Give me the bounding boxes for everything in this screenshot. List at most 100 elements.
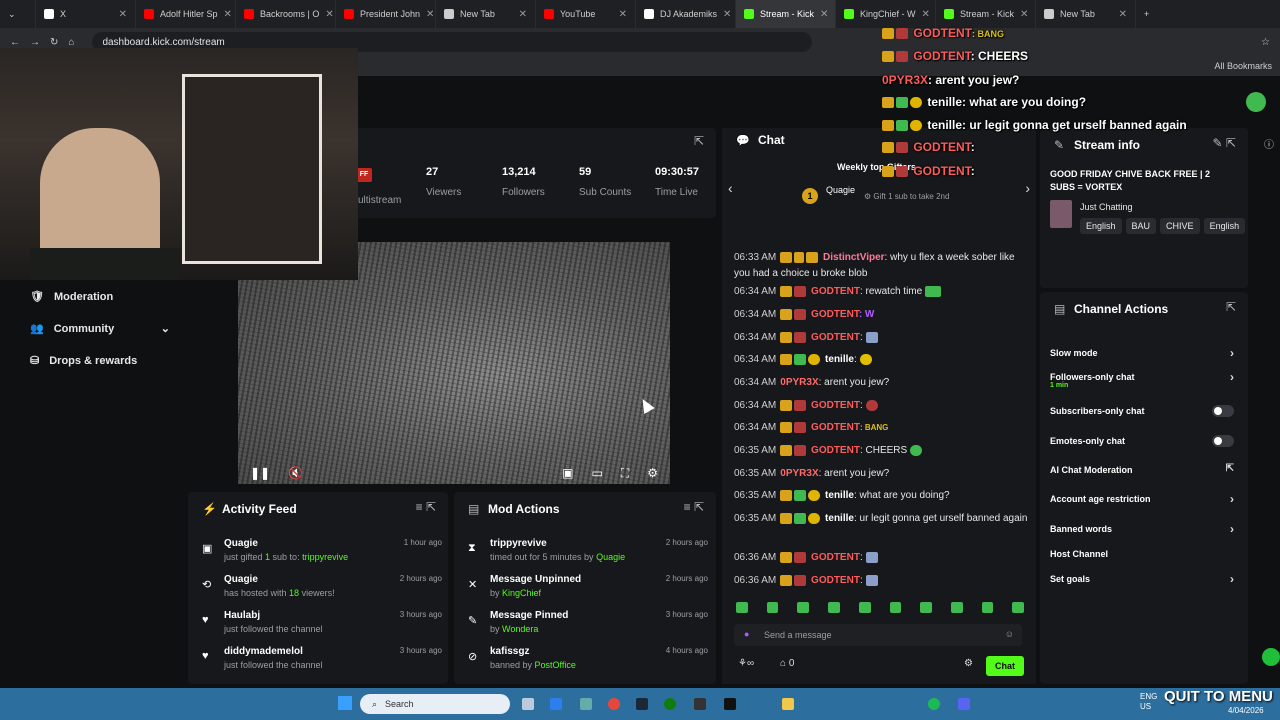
settings-icon[interactable]: ⚙ — [647, 466, 658, 480]
expand-icon[interactable]: ⇱ — [694, 134, 704, 148]
chevron-right-icon[interactable]: › — [1025, 180, 1030, 196]
emoji-icon[interactable]: ☺ — [1005, 629, 1014, 639]
browser-tab[interactable]: X ✕ — [36, 0, 136, 28]
emote-icon[interactable] — [736, 602, 748, 613]
slow-mode-row[interactable]: Slow mode › — [1050, 346, 1240, 360]
sidebar-item-moderation[interactable]: 🛡 Moderation — [30, 290, 113, 304]
browser-tab[interactable]: New Tab ✕ — [1036, 0, 1136, 28]
bookmark-star-icon[interactable]: ☆ — [1261, 37, 1270, 48]
followers-only-row[interactable]: Followers-only chat 1 min › — [1050, 370, 1240, 389]
pause-icon[interactable]: ❚❚ — [250, 466, 270, 480]
back-icon[interactable]: ← — [10, 37, 20, 48]
points-icon[interactable]: ⚘∞ — [738, 658, 754, 669]
x-icon — [44, 9, 54, 19]
close-icon[interactable]: ✕ — [325, 9, 333, 20]
mic-icon[interactable]: ● — [744, 629, 749, 639]
spotify-icon[interactable] — [928, 698, 940, 710]
mute-icon[interactable]: 🔇 — [288, 466, 303, 480]
emote-icon[interactable] — [766, 602, 779, 613]
close-icon[interactable]: ✕ — [426, 9, 434, 20]
language-indicator[interactable]: ENG US — [1140, 692, 1157, 712]
start-icon[interactable] — [338, 696, 352, 710]
forward-icon[interactable]: → — [30, 37, 40, 48]
avatar[interactable] — [1246, 92, 1266, 112]
filter-expand-icons[interactable]: ≡ ⇱ — [684, 500, 704, 514]
unpin-icon: ✕ — [468, 579, 478, 591]
stream-info-panel: ✎ Stream info ✎ ⇱ GOOD FRIDAY CHIVE BACK… — [1040, 128, 1248, 288]
emote-icon[interactable] — [797, 602, 810, 613]
chat-message-input[interactable]: Send a message ● ☺ — [734, 624, 1022, 646]
kick-icon — [744, 9, 754, 19]
chat-send-button[interactable]: Chat — [986, 656, 1024, 676]
browser-tab[interactable]: President John ✕ — [336, 0, 436, 28]
edge-icon[interactable] — [550, 698, 562, 710]
pip-icon[interactable]: ▣ — [562, 466, 573, 480]
epic-icon[interactable] — [724, 698, 736, 710]
chevron-left-icon[interactable]: ‹ — [728, 180, 733, 196]
browser-tab[interactable]: Backrooms | O ✕ — [236, 0, 336, 28]
chat-settings-icon[interactable]: ⚙ — [964, 658, 973, 669]
close-icon[interactable]: ✕ — [922, 9, 930, 20]
banned-words-row[interactable]: Banned words › — [1050, 522, 1240, 536]
filter-expand-icons[interactable]: ≡ ⇱ — [416, 500, 436, 514]
steam-icon[interactable] — [636, 698, 648, 710]
info-icon[interactable]: ⓘ — [1264, 136, 1274, 151]
all-bookmarks-link[interactable]: All Bookmarks — [1214, 61, 1272, 71]
heart-icon: ♥ — [202, 614, 209, 626]
browser-tab[interactable]: YouTube ✕ — [536, 0, 636, 28]
channel-actions-panel: ▤ Channel Actions ⇱ Slow mode › Followers… — [1040, 292, 1248, 684]
reload-icon[interactable]: ↻ — [50, 37, 58, 48]
host-channel-row[interactable]: Host Channel — [1050, 549, 1240, 559]
close-icon[interactable]: ✕ — [820, 9, 828, 20]
expand-icon[interactable]: ⇱ — [1226, 300, 1236, 314]
set-goals-row[interactable]: Set goals › — [1050, 572, 1240, 586]
taskbar-search[interactable]: ⌕ Search — [360, 694, 510, 714]
app-icon[interactable] — [580, 698, 592, 710]
edit-expand-icons[interactable]: ✎ ⇱ — [1213, 136, 1236, 150]
close-icon[interactable]: ✕ — [1119, 9, 1127, 20]
close-icon[interactable]: ✕ — [1020, 9, 1028, 20]
fullscreen-icon[interactable]: ⛶ — [621, 466, 629, 481]
home-icon[interactable]: ⌂ — [68, 37, 74, 48]
gifter-name[interactable]: Quagie — [826, 185, 855, 195]
close-icon[interactable]: ✕ — [519, 9, 527, 20]
explorer-icon[interactable] — [782, 698, 794, 710]
emote-icon[interactable] — [889, 602, 902, 613]
gift-hint: ⚙ Gift 1 sub to take 2nd — [864, 192, 950, 201]
browser-tab[interactable]: New Tab ✕ — [436, 0, 536, 28]
close-icon[interactable]: ✕ — [619, 9, 627, 20]
theater-icon[interactable]: ▭ — [591, 466, 602, 480]
emote-icon[interactable] — [1012, 602, 1025, 613]
new-tab-button[interactable]: + — [1136, 0, 1166, 28]
emote-icon[interactable] — [950, 602, 963, 613]
mod-actions-panel: ▤ Mod Actions ≡ ⇱ ⧗ trippyrevive timed o… — [454, 492, 716, 684]
emote-icon[interactable] — [920, 602, 932, 613]
emote-icon[interactable] — [828, 602, 840, 613]
sidebar-item-community[interactable]: 👥 Community ⌄ — [30, 322, 170, 336]
overlay-line: tenille: ur legit gonna get urself banne… — [882, 118, 1187, 132]
browser-tab[interactable]: DJ Akademiks ✕ — [636, 0, 736, 28]
taskview-icon[interactable] — [522, 698, 534, 710]
close-icon[interactable]: ✕ — [224, 9, 232, 20]
browser-tab[interactable]: KingChief - W ✕ — [836, 0, 936, 28]
account-age-row[interactable]: Account age restriction › — [1050, 492, 1240, 506]
emotes-only-toggle[interactable] — [1212, 435, 1234, 447]
subscribers-only-toggle[interactable] — [1212, 405, 1234, 417]
discord-icon[interactable] — [958, 698, 970, 710]
browser-tab[interactable]: Stream - Kick ✕ — [936, 0, 1036, 28]
tab-list-button[interactable]: ⌄ — [0, 0, 36, 28]
sidebar-item-drops[interactable]: ⛁ Drops & rewards — [30, 354, 137, 368]
app-icon[interactable] — [694, 698, 706, 710]
help-icon[interactable] — [1262, 648, 1280, 666]
stream-category[interactable]: Just Chatting — [1080, 202, 1133, 212]
close-icon[interactable]: ✕ — [119, 9, 127, 20]
browser-tab-active[interactable]: Stream - Kick ✕ — [736, 0, 836, 28]
browser-tab[interactable]: Adolf Hitler Sp ✕ — [136, 0, 236, 28]
ai-moderation-row[interactable]: AI Chat Moderation ⇱ — [1050, 463, 1240, 475]
chrome-icon[interactable] — [608, 698, 620, 710]
xbox-icon[interactable] — [664, 698, 676, 710]
emote-icon[interactable] — [981, 602, 994, 613]
emote-icon[interactable] — [858, 602, 871, 613]
close-icon[interactable]: ✕ — [723, 9, 731, 20]
lightning-icon: ⚡ — [202, 502, 217, 516]
